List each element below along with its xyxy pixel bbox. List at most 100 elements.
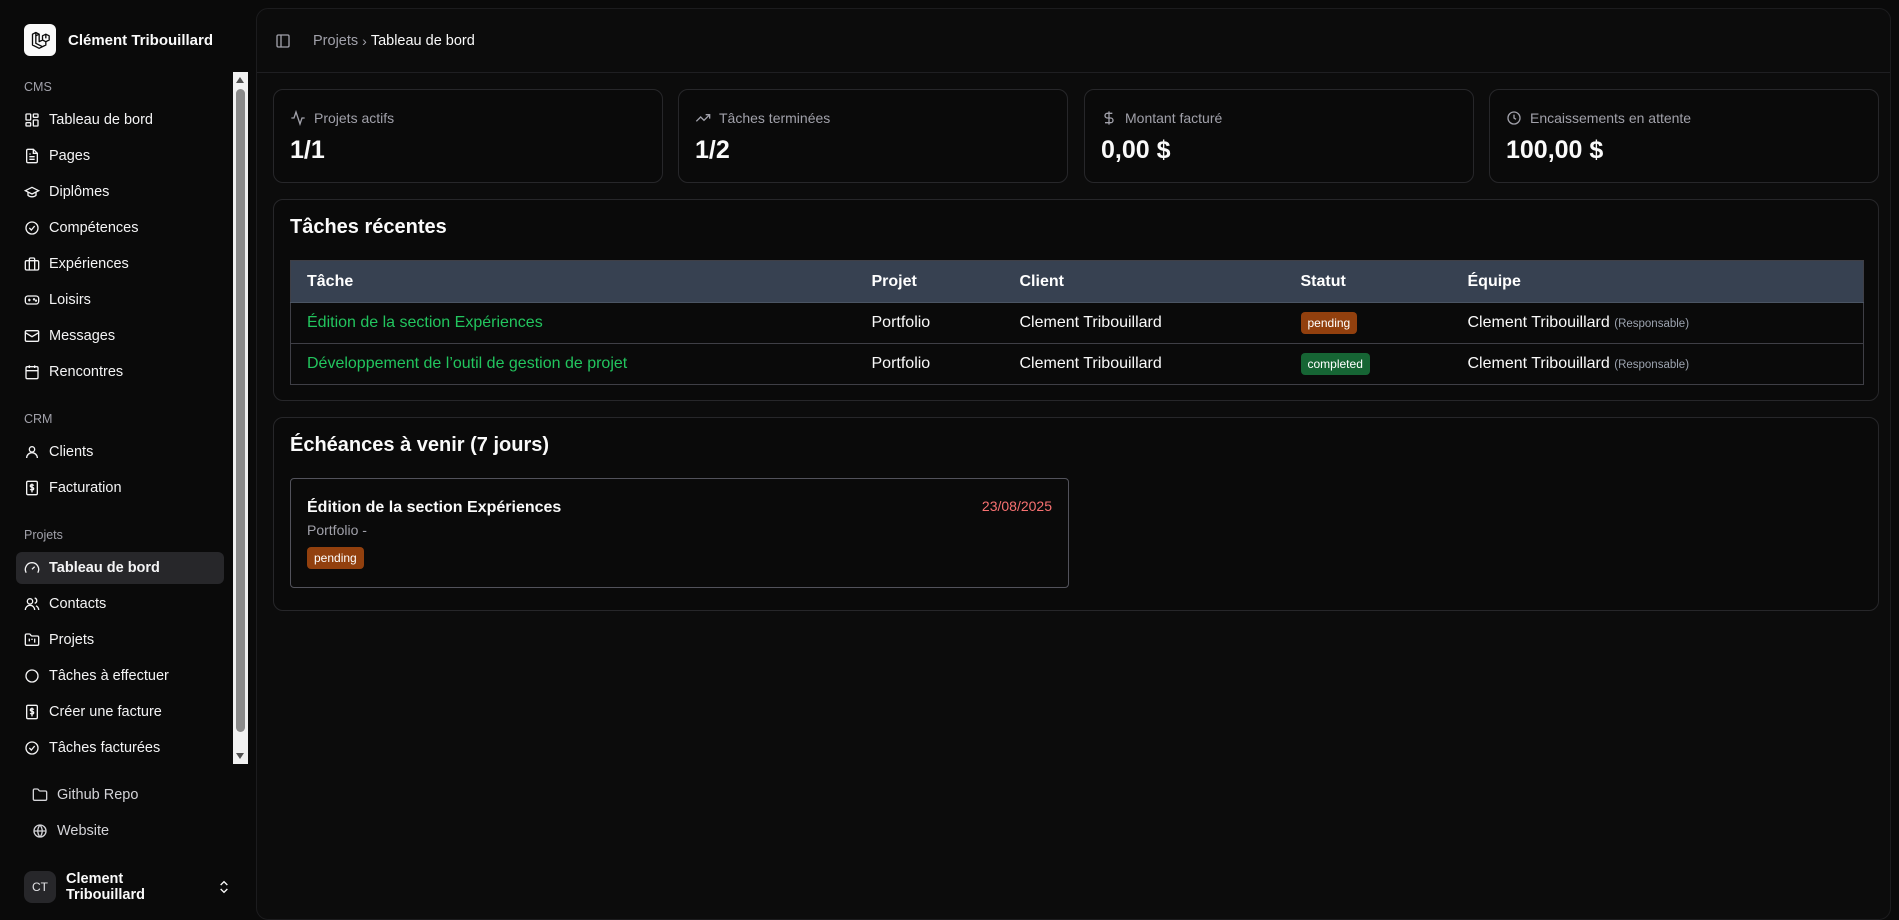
user-menu[interactable]: CT Clement Tribouillard <box>16 871 240 903</box>
sidebar-item-pages[interactable]: Pages <box>16 140 224 172</box>
sidebar-item-cms-dashboard[interactable]: Tableau de bord <box>16 104 224 136</box>
sidebar-item-label: Pages <box>49 148 91 164</box>
recent-tasks-table: Tâche Projet Client Statut Équipe Éditio… <box>290 260 1864 385</box>
panel-left-icon <box>276 33 290 48</box>
column-header-statut: Statut <box>1284 260 1452 303</box>
table-row: Édition de la section Expériences Portfo… <box>290 302 1864 344</box>
deadline-title: Édition de la section Expériences <box>307 499 562 516</box>
sidebar-item-clients[interactable]: Clients <box>16 436 224 468</box>
deadline-date: 23/08/2025 <box>981 498 1052 514</box>
column-header-client: Client <box>1003 260 1285 303</box>
topbar: Projets › Tableau de bord <box>257 9 1890 73</box>
graduation-cap-icon <box>24 186 40 198</box>
stat-label: Encaissements en attente <box>1530 110 1692 126</box>
sidebar-item-contacts[interactable]: Contacts <box>16 588 224 620</box>
deadline-subtitle: Portfolio - <box>307 522 367 538</box>
circle-icon <box>25 669 39 683</box>
task-link[interactable]: Édition de la section Expériences <box>307 314 543 331</box>
circle-check-icon <box>25 221 39 235</box>
dollar-icon <box>1104 111 1114 125</box>
task-project: Portfolio <box>855 302 1004 344</box>
sidebar: Clément Tribouillard CMS Tableau de bord… <box>0 0 256 920</box>
sidebar-item-creer-facture[interactable]: Créer une facture <box>16 696 224 728</box>
sidebar-item-label: Créer une facture <box>49 704 162 720</box>
stat-label: Tâches terminées <box>719 110 831 126</box>
sidebar-item-projets-dashboard[interactable]: Tableau de bord <box>16 552 224 584</box>
deadlines-title: Échéances à venir (7 jours) <box>290 434 550 456</box>
sidebar-item-facturation[interactable]: Facturation <box>16 472 224 504</box>
chevron-right-icon: › <box>362 32 367 49</box>
sidebar-item-label: Compétences <box>49 220 139 236</box>
brand[interactable]: Clément Tribouillard <box>24 24 213 56</box>
stat-value: 1/2 <box>695 136 730 164</box>
task-link[interactable]: Développement de l’outil de gestion de p… <box>307 355 627 372</box>
avatar: CT <box>24 871 56 903</box>
sidebar-item-loisirs[interactable]: Loisirs <box>16 284 224 316</box>
column-header-tache: Tâche <box>290 260 856 303</box>
stat-label: Montant facturé <box>1125 110 1223 126</box>
scroll-thumb[interactable] <box>236 89 245 732</box>
breadcrumb-link-projets[interactable]: Projets <box>313 33 358 49</box>
scroll-up-arrow-icon[interactable] <box>236 77 244 83</box>
sidebar-scrollbar[interactable] <box>233 72 248 764</box>
sidebar-item-taches-a-effectuer[interactable]: Tâches à effectuer <box>16 660 224 692</box>
table-header-row: Tâche Projet Client Statut Équipe <box>290 260 1864 303</box>
calendar-icon <box>25 365 39 380</box>
chevrons-up-down-icon <box>220 880 228 894</box>
status-badge: completed <box>1300 353 1370 375</box>
file-text-icon <box>26 148 38 164</box>
sidebar-item-label: Tableau de bord <box>49 560 160 576</box>
status-badge: pending <box>1300 312 1358 334</box>
sidebar-item-taches-facturees[interactable]: Tâches facturées <box>16 732 224 764</box>
user-icon <box>26 446 38 459</box>
table-row: Développement de l’outil de gestion de p… <box>290 343 1864 385</box>
sidebar-link-github[interactable]: Github Repo <box>24 779 232 811</box>
sidebar-item-label: Clients <box>49 444 94 460</box>
breadcrumb-current: Tableau de bord <box>370 32 475 49</box>
stat-value: 100,00 $ <box>1506 136 1604 164</box>
stat-card-encaissements: Encaissements en attente 100,00 $ <box>1489 89 1879 183</box>
recent-tasks-panel: Tâches récentes Tâche Projet Client Stat… <box>273 199 1879 401</box>
sidebar-item-competences[interactable]: Compétences <box>16 212 224 244</box>
deadline-card[interactable]: Édition de la section Expériences Portfo… <box>290 478 1069 588</box>
sidebar-item-label: Rencontres <box>49 364 124 380</box>
laravel-logo-icon <box>24 24 56 56</box>
recent-tasks-title: Tâches récentes <box>290 216 447 238</box>
folder-icon <box>32 788 48 801</box>
sidebar-toggle-button[interactable] <box>275 33 291 49</box>
task-project: Portfolio <box>855 343 1004 385</box>
sidebar-item-label: Expériences <box>49 256 129 272</box>
sidebar-link-website[interactable]: Website <box>24 815 232 847</box>
sidebar-item-messages[interactable]: Messages <box>16 320 224 352</box>
column-header-equipe: Équipe <box>1451 260 1864 303</box>
sidebar-item-label: Tâches facturées <box>49 740 161 756</box>
stat-card-projets-actifs: Projets actifs 1/1 <box>273 89 663 183</box>
sidebar-link-label: Website <box>57 823 110 839</box>
sidebar-item-label: Projets <box>49 632 95 648</box>
briefcase-icon <box>24 257 40 271</box>
brand-name: Clément Tribouillard <box>68 31 214 49</box>
deadlines-panel: Échéances à venir (7 jours) Édition de l… <box>273 417 1879 611</box>
task-team-role: (Responsable) <box>1614 318 1690 330</box>
stat-label: Projets actifs <box>314 110 395 126</box>
gamepad-icon <box>24 295 40 305</box>
group-label-cms: CMS <box>24 80 52 94</box>
sidebar-item-label: Tâches à effectuer <box>49 668 169 684</box>
sidebar-item-label: Contacts <box>49 596 107 612</box>
sidebar-item-diplomes[interactable]: Diplômes <box>16 176 224 208</box>
sidebar-item-experiences[interactable]: Expériences <box>16 248 224 280</box>
stat-value: 0,00 $ <box>1101 136 1171 164</box>
stat-value: 1/1 <box>290 136 325 164</box>
layout-grid-icon <box>25 113 39 127</box>
sidebar-item-label: Diplômes <box>49 184 110 200</box>
column-header-projet: Projet <box>855 260 1004 303</box>
sidebar-item-projets[interactable]: Projets <box>16 624 224 656</box>
breadcrumb: Projets › Tableau de bord <box>313 33 475 49</box>
gauge-icon <box>24 562 40 573</box>
sidebar-link-label: Github Repo <box>57 787 139 803</box>
sidebar-item-label: Tableau de bord <box>49 112 153 128</box>
sidebar-item-rencontres[interactable]: Rencontres <box>16 356 224 388</box>
task-team: Clement Tribouillard <box>1467 314 1610 331</box>
scroll-down-arrow-icon[interactable] <box>236 753 244 759</box>
activity-icon <box>291 110 305 126</box>
